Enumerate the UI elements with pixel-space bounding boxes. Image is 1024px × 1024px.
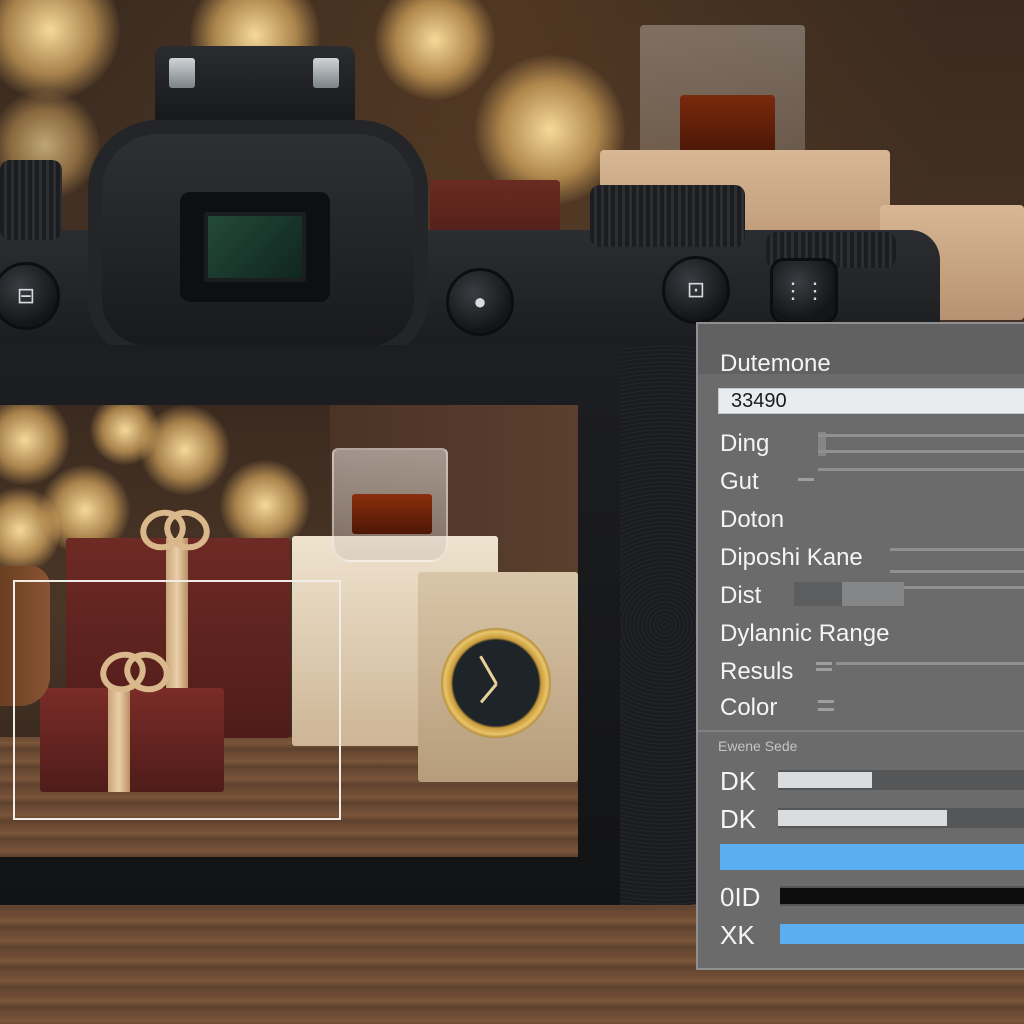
shutter-small-icon: ● [473,289,487,314]
setting-label: Dist [720,582,762,609]
slider-track[interactable] [780,924,1024,944]
slider-label: 0ID [720,882,761,912]
setting-label: Resuls [720,658,794,685]
highlight-bar[interactable] [720,844,1024,870]
bokeh-light [140,405,230,495]
viewfinder [180,192,330,302]
slider-track[interactable] [780,886,1024,906]
ribbon-bow [140,510,210,544]
slider-row[interactable]: DK [698,764,1024,798]
function-icon: ⊡ [686,277,706,302]
setting-label: Doton [720,506,785,533]
control-dial[interactable] [0,160,62,240]
section-divider [698,730,1024,732]
slider-fill [778,810,947,826]
slider-label: XK [720,920,755,950]
slider-fill [780,888,1024,904]
switch-icon: ⋮⋮ [782,278,826,303]
bokeh-light [375,0,495,100]
setting-row-dynamic-range[interactable]: Dylannic Range [698,616,1024,654]
slider-label: DK [720,766,757,796]
value-field[interactable]: 33490 [718,388,1024,414]
whisky-glass [332,448,448,562]
setting-row-doton[interactable]: Doton [698,502,1024,540]
control-dial[interactable] [590,185,745,247]
mode-icon: ⊟ [16,283,36,308]
slider-track[interactable] [778,770,1024,790]
setting-row-gut[interactable]: Gut [698,464,1024,502]
center-button[interactable]: ● [446,268,514,336]
setting-row-diposhi-kane[interactable]: Diposhi Kane [698,540,1024,578]
switch-button[interactable]: ⋮⋮ [770,258,838,324]
bokeh-light [0,0,120,100]
section-title: Ewene Sede [718,738,798,754]
panel-title: Dutemone [720,350,831,377]
slider-fill [778,772,873,788]
eyecup [88,120,428,360]
slider-row[interactable]: XK [698,918,1024,952]
slider-row[interactable]: DK [698,802,1024,836]
setting-row-color[interactable]: Color [698,690,1024,728]
setting-label: Diposhi Kane [720,544,863,571]
slider-row[interactable]: 0ID [698,880,1024,914]
settings-panel: Dutemone 33490 Ding Gut Doton Diposhi Ka… [696,322,1024,970]
watch [441,628,551,738]
slider-track[interactable] [778,808,1024,828]
hot-shoe [155,46,355,130]
setting-label: Gut [720,468,759,495]
setting-row-resuls[interactable]: Resuls [698,654,1024,692]
setting-label: Dylannic Range [720,620,890,647]
focus-frame[interactable] [13,580,341,820]
setting-label: Ding [720,430,770,457]
setting-label: Color [720,694,778,721]
slider-fill [780,924,1024,944]
setting-row-dist[interactable]: Dist [698,578,1024,616]
slider-label: DK [720,804,757,834]
function-button[interactable]: ⊡ [662,256,730,324]
setting-row-ding[interactable]: Ding [698,426,1024,464]
